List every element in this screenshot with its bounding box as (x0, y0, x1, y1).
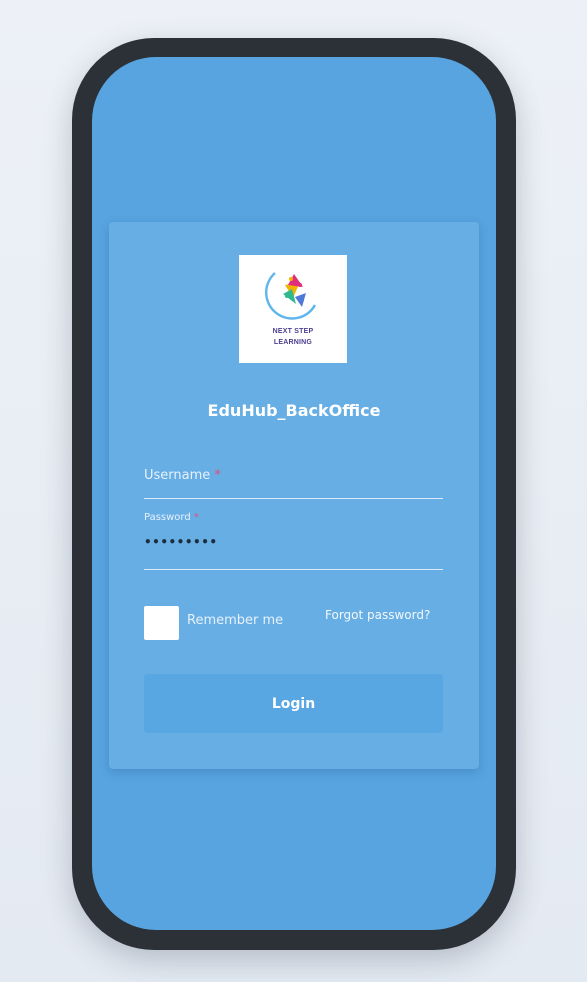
logo-text-line-2: LEARNING (273, 339, 313, 346)
app-title: EduHub_BackOffice (207, 401, 381, 420)
logo-text-line-1: NEXT STEP (272, 328, 314, 335)
password-required-mark: * (193, 512, 199, 523)
username-label-text: Username (144, 468, 211, 483)
forgot-password-link[interactable]: Forgot password? (325, 608, 430, 622)
remember-me-checkbox[interactable] (144, 606, 179, 640)
remember-me-label[interactable]: Remember me (187, 613, 283, 628)
page: NEXT STEP LEARNING EduHub_BackOffice Use… (0, 0, 587, 982)
username-label: Username * (144, 468, 221, 483)
username-required-mark: * (214, 468, 221, 483)
username-input[interactable] (144, 498, 443, 499)
phone-screen: NEXT STEP LEARNING EduHub_BackOffice Use… (92, 57, 496, 930)
password-label: Password * (144, 512, 199, 523)
next-step-learning-logo-icon (265, 272, 317, 320)
password-input[interactable]: ••••••••• (144, 535, 218, 549)
password-label-text: Password (144, 512, 191, 523)
login-button[interactable]: Login (144, 674, 443, 733)
login-card: NEXT STEP LEARNING EduHub_BackOffice Use… (109, 222, 479, 769)
brand-logo: NEXT STEP LEARNING (239, 255, 347, 363)
password-underline (144, 569, 443, 570)
